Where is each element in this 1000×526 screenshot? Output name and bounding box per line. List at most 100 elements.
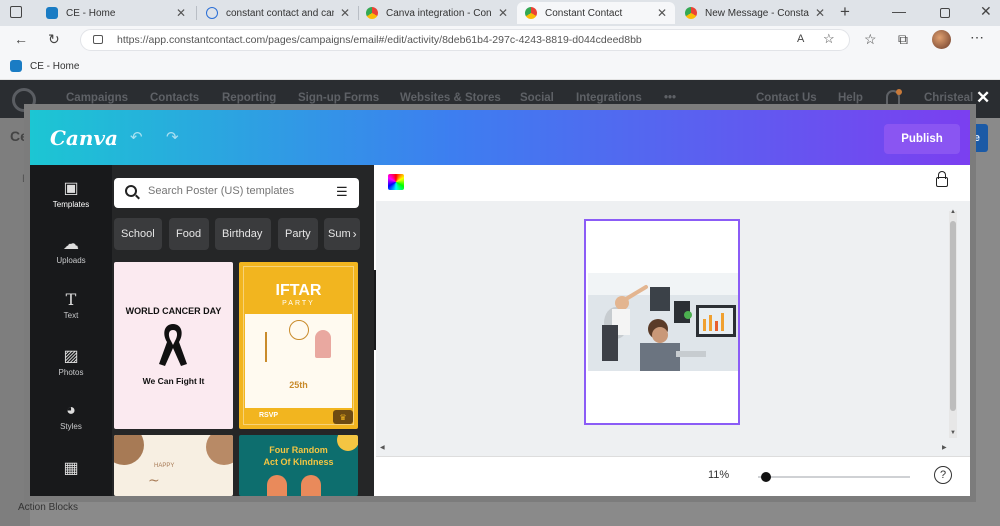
close-modal-icon[interactable]: ✕: [976, 88, 990, 108]
favorite-item[interactable]: CE - Home: [10, 60, 79, 72]
chip-summer[interactable]: Sum ›: [324, 218, 360, 250]
template-search-box[interactable]: ☰: [114, 178, 359, 208]
nav-more[interactable]: •••: [664, 92, 676, 104]
nav-account[interactable]: Christeal: [924, 92, 973, 104]
template-card-world-cancer-day[interactable]: WORLD CANCER DAY We Can Fight It: [114, 262, 233, 429]
template-card-iftar-party[interactable]: IFTAR PARTY 25th RSVP ♛: [239, 262, 358, 429]
site-label-fragment: E: [22, 173, 30, 185]
figure-illustration: [267, 475, 287, 496]
vertical-scrollbar[interactable]: ▲ ▼: [949, 209, 957, 438]
template-title: HAPPY: [154, 463, 175, 469]
template-title: WORLD CANCER DAY: [125, 306, 222, 316]
rail-label: Styles: [60, 422, 82, 431]
notification-dot: [896, 89, 902, 95]
more-menu-icon[interactable]: ⋯: [970, 29, 984, 46]
nav-reporting[interactable]: Reporting: [222, 92, 276, 104]
nav-integrations[interactable]: Integrations: [576, 92, 642, 104]
favorites-bar: CE - Home: [0, 54, 1000, 80]
chip-food[interactable]: Food: [169, 218, 209, 250]
tab-actions-icon[interactable]: [10, 6, 22, 18]
close-tab-icon[interactable]: ✕: [498, 6, 508, 20]
nav-contact-us[interactable]: Contact Us: [756, 92, 817, 104]
color-picker-icon[interactable]: [388, 174, 404, 190]
nav-help[interactable]: Help: [838, 92, 863, 104]
rail-label: Templates: [52, 200, 90, 209]
redo-icon[interactable]: ↷: [166, 128, 179, 146]
browser-tab[interactable]: Canva integration - Const ✕: [358, 2, 516, 24]
close-tab-icon[interactable]: ✕: [815, 6, 825, 20]
chrome-favicon-icon: [366, 7, 378, 19]
nav-websites-stores[interactable]: Websites & Stores: [400, 92, 501, 104]
tab-title: CE - Home: [66, 7, 116, 19]
undo-icon[interactable]: ↶: [130, 128, 143, 146]
chip-school[interactable]: School: [114, 218, 162, 250]
rail-label: Photos: [58, 368, 84, 377]
tab-title: Constant Contact: [545, 7, 623, 19]
scroll-up-icon[interactable]: ▲: [950, 209, 956, 215]
vertical-scroll-thumb[interactable]: [950, 221, 956, 411]
zoom-slider[interactable]: [758, 476, 910, 478]
rail-more[interactable]: ▦: [30, 458, 112, 480]
figure-illustration: [301, 475, 321, 496]
browser-tab-active[interactable]: Constant Contact ✕: [517, 2, 675, 24]
browser-tab[interactable]: CE - Home ✕: [38, 2, 194, 24]
scroll-left-icon[interactable]: ◀: [380, 444, 385, 451]
scroll-down-icon[interactable]: ▼: [950, 430, 956, 436]
rail-templates[interactable]: ▣ Templates: [30, 178, 112, 209]
horizontal-scrollbar[interactable]: ◀ ▶: [380, 444, 950, 452]
template-card-happy[interactable]: HAPPY ~: [114, 435, 233, 496]
browser-tab[interactable]: constant contact and canva ✕: [198, 2, 358, 24]
action-blocks-label: Action Blocks: [18, 502, 79, 513]
close-tab-icon[interactable]: ✕: [176, 6, 186, 20]
zoom-level[interactable]: 11%: [708, 469, 729, 481]
close-tab-icon[interactable]: ✕: [657, 6, 667, 20]
help-button[interactable]: ?: [934, 466, 952, 484]
favorite-star-icon[interactable]: ☆: [823, 31, 835, 47]
canva-editor: ▲ ▼ ◀ ▶ 11% ?: [376, 165, 970, 496]
nav-signup-forms[interactable]: Sign-up Forms: [298, 92, 379, 104]
rail-text[interactable]: T Text: [30, 290, 112, 320]
nav-campaigns[interactable]: Campaigns: [66, 92, 128, 104]
upload-cloud-icon: ☁: [63, 236, 79, 253]
clock-icon: [289, 320, 309, 340]
new-tab-icon[interactable]: +: [840, 2, 850, 22]
editor-footer: 11% ?: [376, 456, 970, 496]
rail-uploads[interactable]: ☁ Uploads: [30, 234, 112, 265]
collections-icon[interactable]: ⧉: [898, 31, 908, 48]
nav-social[interactable]: Social: [520, 92, 554, 104]
read-aloud-icon[interactable]: A: [797, 33, 804, 45]
back-icon[interactable]: ←: [14, 31, 28, 47]
search-favicon-icon: [206, 7, 218, 19]
zoom-slider-thumb[interactable]: [760, 472, 771, 482]
minimize-icon[interactable]: —: [892, 3, 906, 19]
publish-button[interactable]: Publish: [884, 124, 960, 154]
scroll-right-icon[interactable]: ▶: [942, 444, 947, 451]
chip-birthday[interactable]: Birthday: [215, 218, 271, 250]
refresh-icon[interactable]: ↻: [48, 31, 60, 48]
template-search-input[interactable]: [148, 185, 328, 197]
lock-icon[interactable]: [93, 35, 103, 44]
rail-styles[interactable]: ◕ Styles: [30, 402, 112, 431]
browser-tab-strip: CE - Home ✕ constant contact and canva ✕…: [0, 0, 1000, 26]
browser-tab[interactable]: New Message - Constant ✕: [677, 2, 833, 24]
constant-contact-logo-icon: [12, 88, 36, 112]
address-bar[interactable]: https://app.constantcontact.com/pages/ca…: [80, 29, 850, 51]
rail-photos[interactable]: ▨ Photos: [30, 346, 112, 377]
close-window-icon[interactable]: ✕: [980, 3, 992, 20]
design-page[interactable]: [584, 219, 740, 425]
chip-party[interactable]: Party: [278, 218, 318, 250]
favorites-icon[interactable]: ☆: [864, 31, 877, 48]
apps-grid-icon: ▦: [63, 460, 79, 477]
profile-avatar[interactable]: [932, 30, 951, 49]
constant-contact-favicon-icon: [10, 60, 22, 72]
office-photo[interactable]: [588, 273, 738, 371]
filter-sliders-icon[interactable]: ☰: [336, 184, 348, 200]
editor-toolbar: [376, 165, 970, 201]
template-card-random-acts[interactable]: Four Random Act Of Kindness: [239, 435, 358, 496]
canva-logo: Canva: [50, 126, 118, 150]
close-tab-icon[interactable]: ✕: [340, 6, 350, 20]
palette-icon: ◕: [66, 402, 76, 419]
ribbon-icon: [159, 324, 187, 366]
nav-contacts[interactable]: Contacts: [150, 92, 199, 104]
restore-icon[interactable]: [940, 8, 950, 18]
